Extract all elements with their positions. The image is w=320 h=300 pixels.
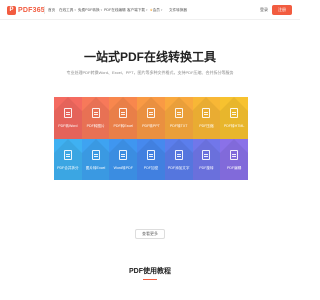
nav-item-home[interactable]: 首页 <box>48 5 55 15</box>
hero-title: 一站式PDF在线转换工具 <box>83 50 216 64</box>
nav-item-free-convert[interactable]: 免费PDF转换▾ <box>78 5 102 15</box>
nav-divider <box>44 6 45 14</box>
document-icon <box>91 150 100 160</box>
tool-tile-label: PDF编辑 <box>226 166 242 170</box>
tool-tile[interactable]: PDF转PPT <box>137 97 165 139</box>
tool-tile[interactable]: Word转PDF <box>109 139 138 180</box>
chevron-down-icon: ▾ <box>74 8 76 12</box>
tool-tile-label: PDF转图片 <box>86 124 105 128</box>
tool-grid: PDF转Word PDF转图片 PDF转Excel PDF转PPT PDF转TXT PDF… <box>54 97 248 180</box>
tile-shadow-decoration <box>192 97 221 139</box>
chevron-down-icon: ▾ <box>145 8 148 12</box>
tool-tile[interactable]: PDF转TXT <box>164 97 193 139</box>
document-icon <box>230 150 239 160</box>
document-icon <box>146 108 155 118</box>
tool-tile[interactable]: PDF添加文字 <box>164 139 193 180</box>
document-icon <box>230 108 239 118</box>
tool-tile-label: PDF加密 <box>143 166 159 170</box>
document-icon <box>174 108 183 118</box>
tool-tile-label: PDF转TXT <box>169 124 188 128</box>
tool-tile-label: PDF压缩 <box>199 124 214 128</box>
tile-shadow-decoration <box>54 97 82 139</box>
tool-tile[interactable]: PDF加密 <box>137 139 165 180</box>
document-icon <box>146 150 155 160</box>
tool-tile-label: PDF旋转 <box>199 166 214 170</box>
tool-tile[interactable]: PDF转HTML <box>220 97 248 139</box>
document-icon <box>202 108 211 118</box>
logo-text: PDF365 <box>18 6 45 14</box>
tool-tile[interactable]: PDF合并拆分 <box>54 139 82 180</box>
tool-tile[interactable]: PDF压缩 <box>192 97 221 139</box>
register-button[interactable]: 注册 <box>272 5 292 15</box>
login-link[interactable]: 登录 <box>260 5 268 15</box>
tool-tile-label: 图片转Excel <box>85 166 106 170</box>
document-icon <box>63 150 72 160</box>
tool-tile[interactable]: PDF转Excel <box>109 97 138 139</box>
site-logo[interactable]: P PDF365 <box>7 5 45 15</box>
tool-tile-label: Word转PDF <box>113 166 133 170</box>
nav-item-client-download[interactable]: 客户端下载▾ <box>127 5 147 15</box>
document-icon <box>91 108 100 118</box>
nav-item-file-converter[interactable]: 文件转换器 <box>169 5 187 15</box>
chevron-down-icon: ▾ <box>100 8 103 12</box>
tool-tile-label: PDF转HTML <box>223 124 245 128</box>
tool-tile-label: PDF添加文字 <box>167 166 190 170</box>
document-icon <box>63 108 72 118</box>
nav-item-vip[interactable]: ♛会员▾ <box>149 5 162 15</box>
tile-shadow-decoration <box>220 97 248 139</box>
tool-tile[interactable]: PDF编辑 <box>220 139 248 180</box>
tool-tile[interactable]: PDF旋转 <box>192 139 221 180</box>
tutorial-section-title: PDF使用教程 <box>129 268 171 275</box>
document-icon <box>119 108 128 118</box>
tool-tile-label: PDF合并拆分 <box>57 166 79 170</box>
tile-shadow-decoration <box>164 97 193 139</box>
tool-tile-label: PDF转PPT <box>142 124 160 128</box>
tile-shadow-decoration <box>81 97 110 139</box>
tool-tile[interactable]: 图片转Excel <box>81 139 110 180</box>
logo-icon: P <box>7 5 16 15</box>
view-more-button[interactable]: 查看更多 <box>135 229 165 239</box>
tile-shadow-decoration <box>137 97 165 139</box>
tile-shadow-decoration <box>109 97 138 139</box>
tool-tile[interactable]: PDF转Word <box>54 97 82 139</box>
document-icon <box>202 150 211 160</box>
hero-subtitle: 专业处理PDF转换Word、Excel、PPT，图片等多种文件格式，支持PDF压… <box>66 70 234 75</box>
nav-item-online-edit[interactable]: PDF在线编辑 <box>104 5 126 15</box>
chevron-down-icon: ▾ <box>160 8 163 12</box>
tool-tile-label: PDF转Word <box>58 124 78 128</box>
nav-item-online-tools[interactable]: 在线工具▾ <box>59 5 76 15</box>
top-navigation-bar: P PDF365 首页 在线工具▾ 免费PDF转换▾ PDF在线编辑 客户端下载… <box>0 0 300 20</box>
document-icon <box>119 150 128 160</box>
tool-tile-label: PDF转Excel <box>113 124 134 128</box>
document-icon <box>174 150 183 160</box>
tool-tile[interactable]: PDF转图片 <box>81 97 110 139</box>
title-underline <box>143 279 157 280</box>
